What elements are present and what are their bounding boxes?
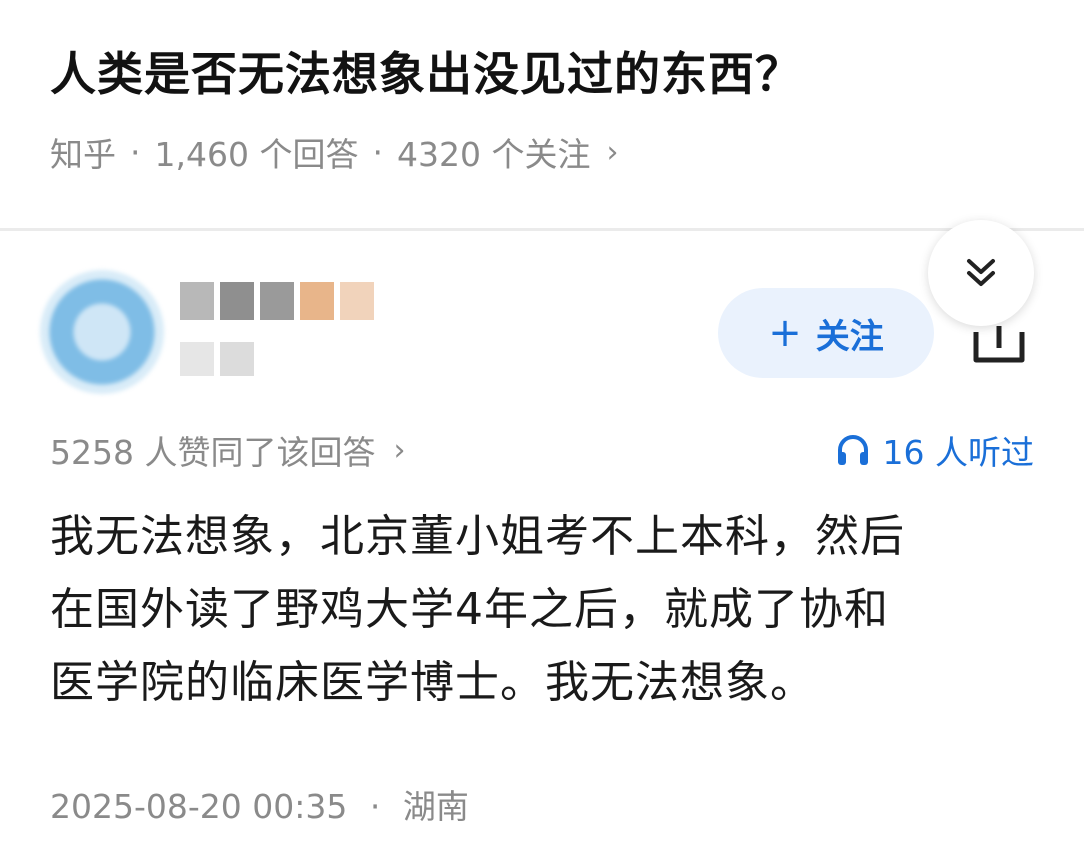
listen-count: 16 人听过 [882, 433, 1034, 472]
follow-label: 关注 [815, 316, 884, 357]
blurred-pixel [220, 342, 254, 376]
blurred-pixel [180, 342, 214, 376]
blurred-pixel [220, 282, 254, 320]
double-chevron-down-icon [967, 259, 995, 286]
collapse-button[interactable] [928, 220, 1034, 326]
blurred-pixel [300, 282, 334, 320]
author-name-blurred[interactable] [180, 282, 374, 320]
answer-location: 湖南 [402, 787, 469, 826]
blurred-pixel [340, 282, 374, 320]
listen-button[interactable]: 16 人听过 [835, 426, 1034, 474]
answer-date: 2025-08-20 00:35 [50, 787, 348, 826]
answer-count: 1,460 个回答 [154, 135, 359, 174]
section-divider [0, 228, 1084, 231]
plus-icon: + [768, 310, 802, 356]
meta-separator: · [372, 132, 383, 172]
upvote-text: 5258 人赞同了该回答 [50, 433, 376, 472]
answer-line: 医学院的临床医学博士。我无法想象。 [50, 657, 815, 708]
question-title[interactable]: 人类是否无法想象出没见过的东西？ [50, 38, 802, 104]
answer-body[interactable]: 我无法想象，北京董小姐考不上本科，然后 在国外读了野鸡大学4年之后，就成了协和 … [50, 500, 1040, 719]
follow-button[interactable]: + 关注 [718, 288, 934, 378]
upvote-summary[interactable]: 5258 人赞同了该回答 › [50, 426, 405, 474]
source-label: 知乎 [50, 135, 116, 174]
chevron-right-icon: › [393, 432, 406, 468]
author-badge-blurred [180, 342, 254, 376]
follow-count: 4320 个关注 [396, 135, 591, 174]
answer-line: 在国外读了野鸡大学4年之后，就成了协和 [50, 584, 889, 635]
answer-line: 我无法想象，北京董小姐考不上本科，然后 [50, 511, 905, 562]
blurred-pixel [180, 282, 214, 320]
chevron-right-icon: › [606, 134, 619, 170]
blurred-pixel [260, 282, 294, 320]
meta-separator: · [130, 132, 141, 172]
question-meta[interactable]: 知乎 · 1,460 个回答 · 4320 个关注 › [50, 128, 618, 176]
headphones-icon [837, 435, 868, 465]
answer-meta: 2025-08-20 00:35 · 湖南 [50, 780, 469, 828]
meta-separator: · [369, 787, 381, 826]
avatar[interactable] [40, 270, 164, 394]
